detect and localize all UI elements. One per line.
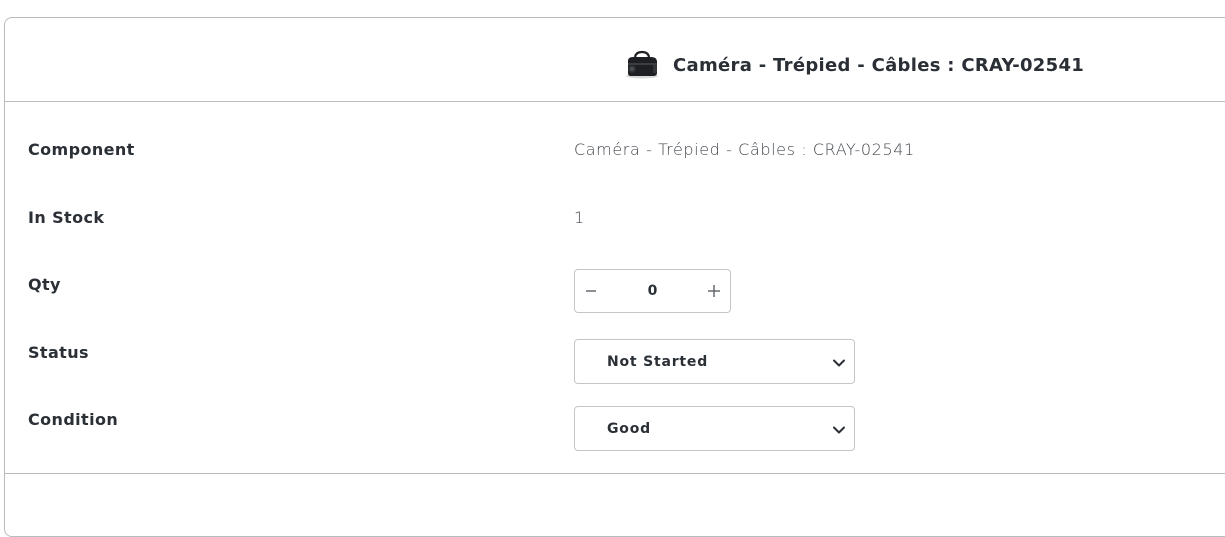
status-select[interactable]: Not Started (574, 339, 855, 384)
in-stock-label: In Stock (28, 208, 105, 227)
component-detail-card: Caméra - Trépied - Câbles : CRAY-02541 C… (4, 17, 1225, 537)
page-title: Caméra - Trépied - Câbles : CRAY-02541 (673, 54, 1085, 76)
duffel-bag-icon (623, 49, 661, 81)
quantity-stepper: 0 (574, 269, 731, 313)
component-value: Caméra - Trépied - Câbles : CRAY-02541 (574, 140, 915, 159)
in-stock-value: 1 (574, 208, 585, 227)
status-label: Status (28, 343, 89, 362)
plus-icon[interactable] (698, 270, 730, 312)
chevron-down-icon (832, 355, 846, 369)
component-label: Component (28, 140, 135, 159)
condition-label: Condition (28, 410, 119, 429)
footer-divider (5, 473, 1225, 474)
condition-select[interactable]: Good (574, 406, 855, 451)
chevron-down-icon (832, 422, 846, 436)
card-header: Caméra - Trépied - Câbles : CRAY-02541 (5, 18, 1225, 102)
qty-label: Qty (28, 275, 61, 294)
quantity-value[interactable]: 0 (607, 283, 698, 299)
header-title-group: Caméra - Trépied - Câbles : CRAY-02541 (623, 49, 1084, 81)
minus-icon[interactable] (575, 270, 607, 312)
status-selected-value: Not Started (607, 353, 709, 370)
condition-selected-value: Good (607, 420, 651, 437)
